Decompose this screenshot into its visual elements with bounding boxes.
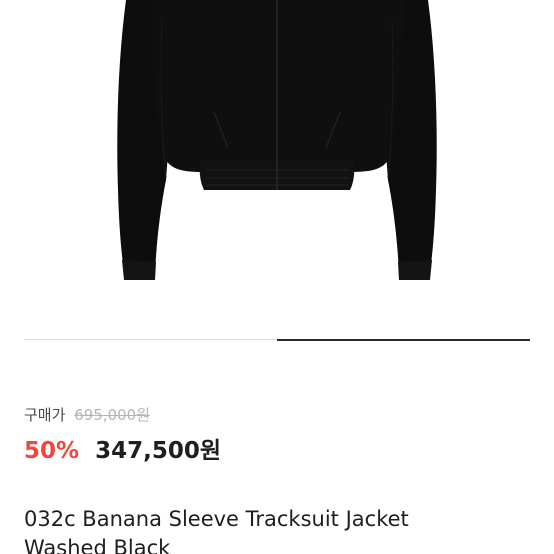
left-cuff <box>122 260 156 280</box>
sale-price-row: 50% 347,500원 <box>24 436 221 466</box>
sale-price: 347,500원 <box>95 438 221 464</box>
original-price: 695,000원 <box>74 406 151 424</box>
product-title: 032c Banana Sleeve Tracksuit Jacket Wash… <box>24 505 534 554</box>
original-price-row: 구매가 695,000원 <box>24 405 150 425</box>
product-title-line-1: 032c Banana Sleeve Tracksuit Jacket <box>24 507 409 531</box>
product-title-line-2: Washed Black <box>24 536 171 554</box>
product-image[interactable] <box>0 0 554 330</box>
jacket-photo <box>117 0 437 280</box>
image-carousel-indicator[interactable] <box>24 338 530 341</box>
price-label: 구매가 <box>24 406 66 424</box>
carousel-active-segment <box>277 338 530 341</box>
right-cuff <box>398 260 432 280</box>
discount-rate: 50% <box>24 438 80 464</box>
